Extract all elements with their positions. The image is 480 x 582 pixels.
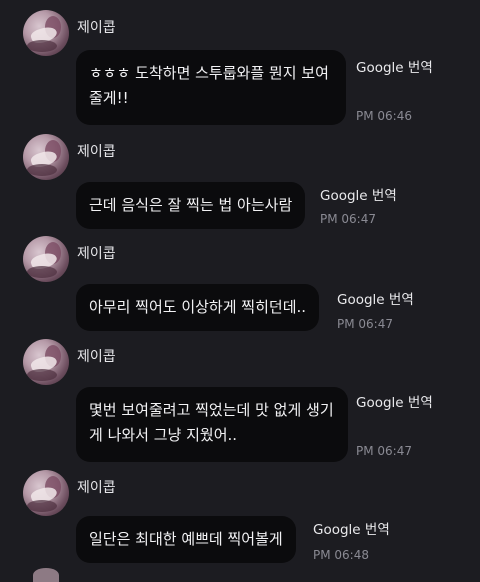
message-bubble[interactable]: 몇번 보여줄려고 찍었는데 맛 없게 생기게 나와서 그냥 지웠어.. xyxy=(76,387,348,462)
avatar[interactable] xyxy=(23,470,69,516)
avatar[interactable] xyxy=(23,134,69,180)
sender-name: 제이콥 xyxy=(77,349,116,365)
message-timestamp: PM 06:48 xyxy=(313,548,369,562)
avatar[interactable] xyxy=(23,236,69,282)
avatar[interactable] xyxy=(23,339,69,385)
google-translate-link[interactable]: Google 번역 xyxy=(356,56,433,76)
message-timestamp: PM 06:47 xyxy=(356,444,412,458)
sender-name: 제이콥 xyxy=(77,480,116,496)
google-translate-link[interactable]: Google 번역 xyxy=(337,288,414,308)
sender-name: 제이콥 xyxy=(77,20,116,36)
google-translate-link[interactable]: Google 번역 xyxy=(313,518,390,538)
message-bubble[interactable]: 일단은 최대한 예쁘데 찍어볼게 xyxy=(76,516,296,563)
next-avatar-partial xyxy=(33,568,59,582)
message-timestamp: PM 06:47 xyxy=(320,212,376,226)
message-bubble[interactable]: 아무리 찍어도 이상하게 찍히던데.. xyxy=(76,284,320,331)
avatar[interactable] xyxy=(23,10,69,56)
message-bubble[interactable]: ㅎㅎㅎ 도착하면 스투룹와플 뭔지 보여줄게!! xyxy=(76,50,346,125)
message-timestamp: PM 06:46 xyxy=(356,109,412,123)
message-bubble[interactable]: 근데 음식은 잘 찍는 법 아는사람 xyxy=(76,182,306,229)
sender-name: 제이콥 xyxy=(77,246,116,262)
google-translate-link[interactable]: Google 번역 xyxy=(320,184,397,204)
sender-name: 제이콥 xyxy=(77,144,116,160)
google-translate-link[interactable]: Google 번역 xyxy=(356,391,433,411)
message-timestamp: PM 06:47 xyxy=(337,317,393,331)
